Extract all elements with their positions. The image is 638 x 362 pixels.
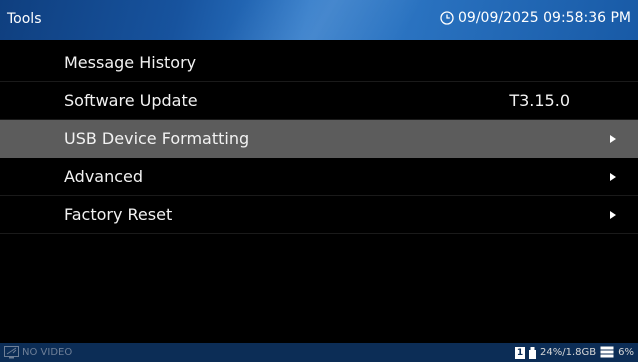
- clock-icon: [440, 11, 454, 25]
- menu-item-label: USB Device Formatting: [64, 129, 250, 148]
- datetime-display: 09/09/2025 09:58:36 PM: [440, 10, 631, 26]
- menu-item-label: Software Update: [64, 91, 198, 110]
- submenu-arrow-icon: [610, 211, 616, 219]
- menu-item-label: Message History: [64, 53, 197, 72]
- disk-usage-text: 6%: [618, 347, 634, 358]
- title-bar: Tools 09/09/2025 09:58:36 PM: [0, 0, 638, 40]
- submenu-arrow-icon: [610, 135, 616, 143]
- storage-status: 1 24%/1.8GB 6%: [515, 346, 634, 359]
- menu-item-factory-reset[interactable]: Factory Reset: [0, 196, 638, 234]
- menu-item-advanced[interactable]: Advanced: [0, 158, 638, 196]
- tools-menu: Message History Software Update T3.15.0 …: [0, 44, 638, 234]
- submenu-arrow-icon: [610, 173, 616, 181]
- video-status-text: NO VIDEO: [22, 347, 73, 358]
- software-version-value: T3.15.0: [509, 91, 570, 110]
- usb-drive-icon: [529, 346, 537, 359]
- menu-item-label: Advanced: [64, 167, 144, 186]
- usb-usage-text: 24%/1.8GB: [540, 347, 597, 358]
- datetime-text: 09/09/2025 09:58:36 PM: [458, 10, 631, 26]
- hard-disk-icon: [600, 346, 614, 358]
- menu-item-software-update[interactable]: Software Update T3.15.0: [0, 82, 638, 120]
- menu-item-usb-device-formatting[interactable]: USB Device Formatting: [0, 120, 638, 158]
- menu-item-label: Factory Reset: [64, 205, 173, 224]
- status-bar: NO VIDEO 1 24%/1.8GB 6%: [0, 343, 638, 362]
- title-bar-shine: [209, 0, 431, 40]
- menu-item-message-history[interactable]: Message History: [0, 44, 638, 82]
- video-status: NO VIDEO: [4, 346, 72, 359]
- slot-number-badge: 1: [515, 346, 526, 359]
- no-video-icon: [4, 346, 19, 359]
- page-title: Tools: [7, 11, 42, 27]
